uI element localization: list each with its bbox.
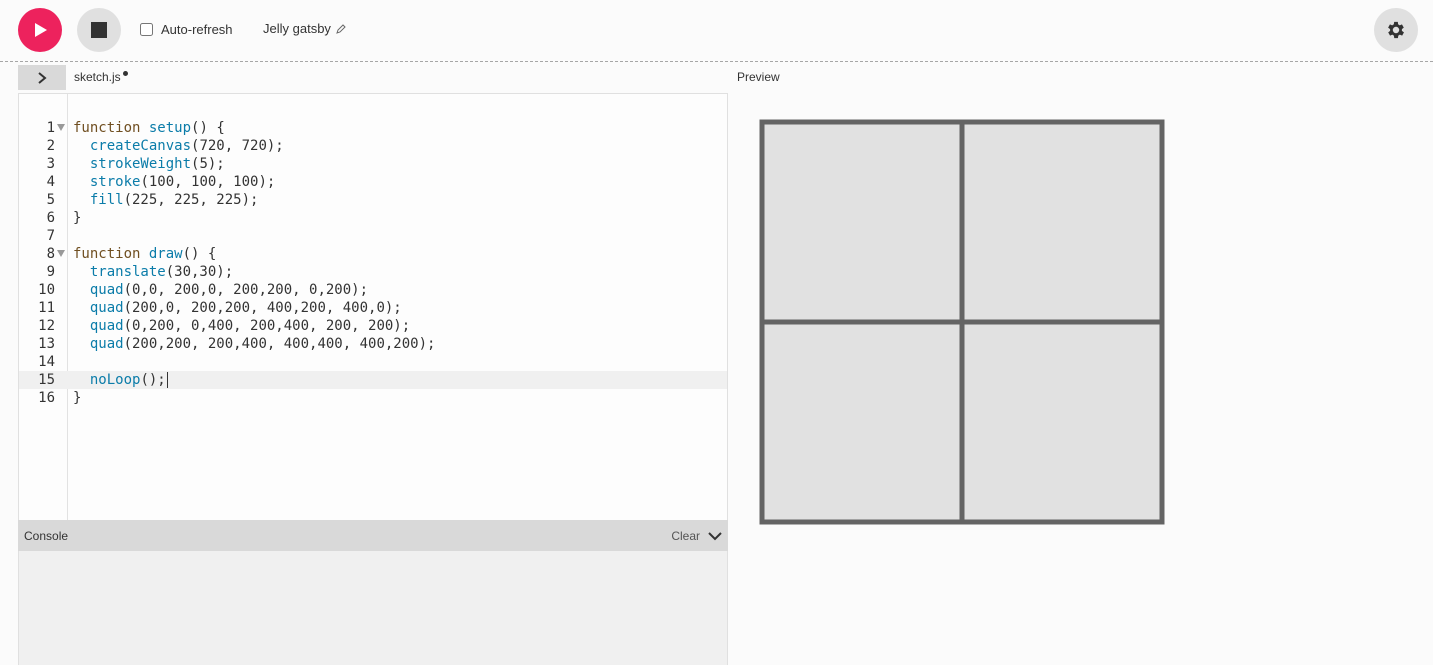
console-clear-button[interactable]: Clear [671,529,700,543]
code-line[interactable]: 7 [19,227,727,245]
code-line[interactable]: 8 function draw() { [19,245,727,263]
code-text: } [73,210,82,226]
auto-refresh-toggle[interactable]: Auto-refresh [140,22,233,37]
line-number: 2 [46,138,55,154]
code-line[interactable]: 3 strokeWeight(5); [19,155,727,173]
line-number: 14 [38,354,55,370]
line-number: 7 [46,228,55,244]
editor-tabbar: sketch.js [18,65,728,93]
code-text: translate(30,30); [89,264,234,280]
quad-bottom-left [759,319,965,525]
quad-top-left [759,119,965,325]
code-line[interactable]: 1 function setup() { [19,119,727,137]
code-line[interactable]: 6} [19,209,727,227]
console-header: Console Clear [18,520,728,551]
code-text: quad(0,200, 0,400, 200,400, 200, 200); [89,318,411,334]
line-number: 8 [46,246,55,262]
line-number: 4 [46,174,55,190]
pencil-icon[interactable] [336,23,346,34]
quad-top-right [959,119,1165,325]
code-line[interactable]: 10 quad(0,0, 200,0, 200,200, 0,200); [19,281,727,299]
text-cursor [166,372,168,388]
line-number: 15 [38,372,55,388]
file-tab-label: sketch.js [74,70,121,84]
line-number: 13 [38,336,55,352]
code-line[interactable]: 4 stroke(100, 100, 100); [19,173,727,191]
auto-refresh-checkbox[interactable] [140,23,153,36]
code-text: quad(200,200, 200,400, 400,400, 400,200)… [89,336,436,352]
play-icon [35,23,47,37]
line-number: 10 [38,282,55,298]
code-line[interactable]: 5 fill(225, 225, 225); [19,191,727,209]
play-button[interactable] [18,8,62,52]
line-number: 9 [46,264,55,280]
project-name-text: Jelly gatsby [263,21,331,36]
code-line[interactable]: 11 quad(200,0, 200,200, 400,200, 400,0); [19,299,727,317]
settings-button[interactable] [1374,8,1418,52]
quad-bottom-right [959,319,1165,525]
line-number: 5 [46,192,55,208]
fold-toggle-icon[interactable] [57,250,65,257]
code-text: fill(225, 225, 225); [89,192,259,208]
code-text: strokeWeight(5); [89,156,225,172]
console-title: Console [24,528,69,543]
fold-toggle-icon[interactable] [57,124,65,131]
line-number: 3 [46,156,55,172]
code-line[interactable]: 14 [19,353,727,371]
chevron-right-icon [38,71,47,84]
stop-icon [91,22,107,38]
code-text: quad(0,0, 200,0, 200,200, 0,200); [89,282,369,298]
code-editor[interactable]: 1 function setup() {2 createCanvas(720, 7… [18,93,728,520]
project-name[interactable]: Jelly gatsby [263,21,346,36]
line-number: 12 [38,318,55,334]
tab-sketch-js[interactable]: sketch.js [74,70,128,84]
code-text: noLoop(); [89,372,168,388]
code-text: function draw() { [73,246,217,262]
code-text: quad(200,0, 200,200, 400,200, 400,0); [89,300,402,316]
unsaved-indicator [122,71,128,76]
code-text: stroke(100, 100, 100); [89,174,276,190]
preview-canvas[interactable] [759,119,1165,525]
code-line[interactable]: 12 quad(0,200, 0,400, 200,400, 200, 200)… [19,317,727,335]
line-number: 6 [46,210,55,226]
console-output [18,551,728,665]
code-line[interactable]: 9 translate(30,30); [19,263,727,281]
code-line[interactable]: 2 createCanvas(720, 720); [19,137,727,155]
preview-label: Preview [737,70,780,84]
toolbar: Auto-refresh Jelly gatsby [0,0,1433,62]
stop-button[interactable] [77,8,121,52]
gear-icon [1388,21,1404,39]
code-line[interactable]: 15 noLoop(); [19,371,727,389]
chevron-down-icon[interactable] [708,531,722,541]
code-line[interactable]: 16} [19,389,727,407]
code-text: } [73,390,82,406]
sidebar-toggle-button[interactable] [18,65,66,90]
auto-refresh-label: Auto-refresh [161,22,233,37]
line-number: 16 [38,390,55,406]
code-text: function setup() { [73,120,225,136]
line-number: 1 [46,120,55,136]
line-number: 11 [38,300,55,316]
code-line[interactable]: 13 quad(200,200, 200,400, 400,400, 400,2… [19,335,727,353]
code-text: createCanvas(720, 720); [89,138,284,154]
